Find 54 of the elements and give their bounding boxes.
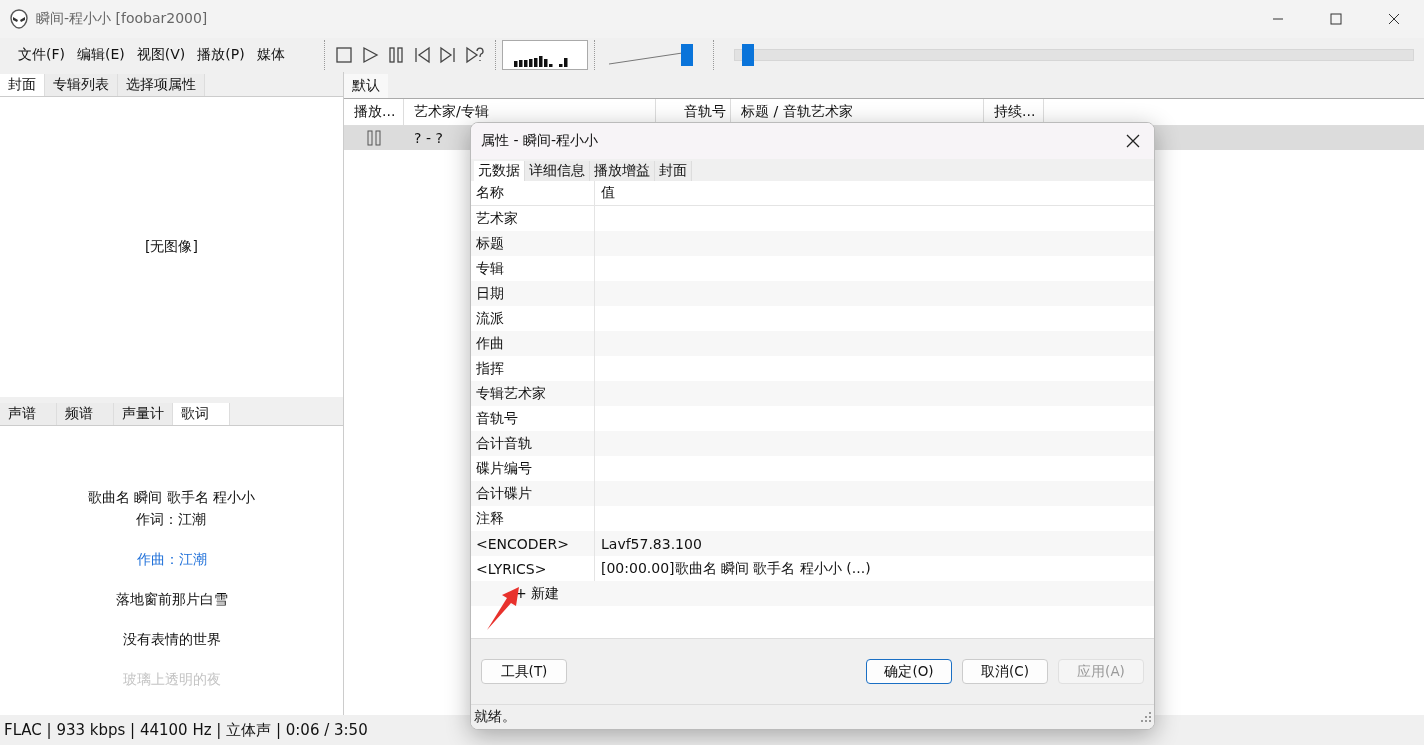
lyric-line: 歌曲名 瞬间 歌手名 程小小	[87, 488, 256, 506]
random-play-icon[interactable]	[465, 46, 485, 64]
dialog-tab[interactable]: 详细信息	[525, 161, 590, 181]
menu-item[interactable]: 媒体	[256, 44, 285, 66]
next-icon[interactable]	[439, 46, 457, 64]
seek-thumb[interactable]	[742, 44, 755, 66]
lyric-line: 作词：江潮	[136, 510, 207, 528]
field-name[interactable]: 作曲	[471, 331, 595, 356]
pause-icon[interactable]	[387, 46, 405, 64]
lyric-line: 落地窗前那片白雪	[115, 590, 228, 608]
play-icon[interactable]	[361, 46, 379, 64]
close-icon[interactable]	[1126, 134, 1140, 148]
panel-tab[interactable]: 封面	[0, 74, 45, 96]
field-name[interactable]: 合计音轨	[471, 431, 595, 456]
no-image-label: [无图像]	[145, 238, 198, 256]
maximize-icon[interactable]	[1330, 13, 1342, 25]
menu-item[interactable]: 编辑(E)	[77, 44, 125, 66]
menu-item[interactable]: 播放(P)	[197, 44, 245, 66]
field-name[interactable]: 日期	[471, 281, 595, 306]
volume-thumb[interactable]	[680, 44, 693, 66]
field-name[interactable]: 标题	[471, 231, 595, 256]
panel-tab[interactable]: 歌词	[173, 403, 230, 425]
resize-grip-icon[interactable]	[1141, 712, 1151, 722]
dialog-tab[interactable]: 封面	[655, 161, 692, 181]
field-value[interactable]: [00:00.00]歌曲名 瞬间 歌手名 程小小 (...)	[601, 559, 871, 576]
window-title: 瞬间-程小小 [foobar2000]	[36, 10, 208, 28]
lyric-line: 没有表情的世界	[122, 630, 221, 648]
dialog-tab[interactable]: 元数据	[474, 161, 525, 181]
column-header: 名称	[471, 181, 595, 205]
dialog-tab[interactable]: 播放增益	[590, 161, 655, 181]
dialog-button[interactable]: 确定(O)	[866, 659, 952, 684]
close-icon[interactable]	[1388, 13, 1400, 25]
table-cell: ? - ?	[414, 130, 443, 146]
column-header[interactable]: 播放...	[344, 99, 404, 125]
lyric-line: 作曲：江潮	[136, 550, 207, 568]
panel-tab[interactable]: 选择项属性	[118, 74, 205, 96]
alien-head-icon	[10, 9, 28, 29]
menu-item[interactable]: 视图(V)	[136, 44, 186, 66]
field-name[interactable]: 合计碟片	[471, 481, 595, 506]
panel-tab[interactable]: 频谱	[57, 403, 114, 425]
previous-icon[interactable]	[413, 46, 431, 64]
field-name[interactable]: 专辑艺术家	[471, 381, 595, 406]
dialog-button[interactable]: 工具(T)	[481, 659, 567, 684]
dialog-title: 属性 - 瞬间-程小小	[481, 132, 598, 150]
field-name[interactable]: <ENCODER>	[471, 531, 595, 556]
panel-tab[interactable]: 专辑列表	[45, 74, 118, 96]
stop-icon[interactable]	[335, 46, 353, 64]
panel-tab[interactable]: 声谱	[0, 403, 57, 425]
menu-item[interactable]: 文件(F)	[18, 44, 65, 66]
panel-tab[interactable]: 声量计	[114, 403, 173, 425]
dialog-button[interactable]: 取消(C)	[962, 659, 1048, 684]
field-value[interactable]: Lavf57.83.100	[601, 535, 702, 552]
playlist-tab[interactable]: 默认	[344, 74, 388, 98]
column-header: 值	[600, 184, 615, 202]
